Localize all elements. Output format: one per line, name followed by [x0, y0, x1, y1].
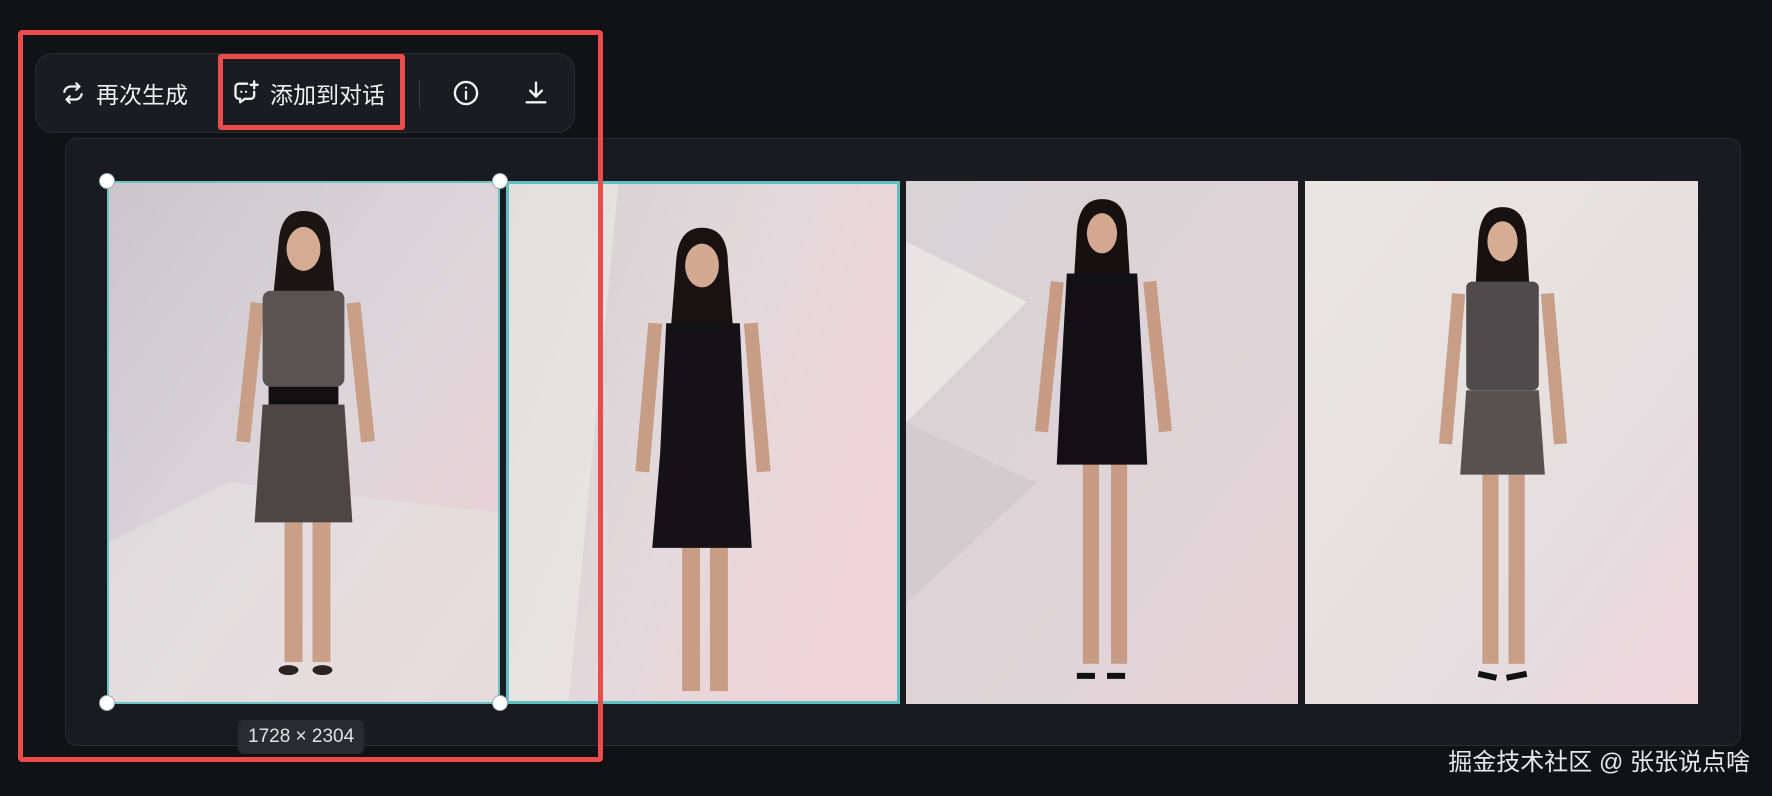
info-icon — [452, 79, 480, 107]
resize-handle-bottom-left[interactable] — [99, 695, 115, 711]
info-button[interactable] — [452, 54, 480, 132]
gallery-image-4[interactable] — [1305, 181, 1698, 704]
download-button[interactable] — [522, 54, 550, 132]
resize-handle-top-left[interactable] — [99, 173, 115, 189]
regenerate-button[interactable]: 再次生成 — [60, 54, 188, 132]
download-icon — [522, 79, 550, 107]
regenerate-icon — [60, 80, 86, 106]
gallery-image-1[interactable] — [107, 181, 500, 704]
resize-handle-bottom-right[interactable] — [492, 695, 508, 711]
chat-add-icon — [232, 79, 260, 107]
resize-handle-top-right[interactable] — [492, 173, 508, 189]
gallery-image-2[interactable] — [506, 181, 900, 704]
toolbar-divider — [419, 80, 420, 108]
add-to-chat-label: 添加到对话 — [270, 82, 385, 108]
gallery-image-3[interactable] — [906, 181, 1298, 704]
image-toolbar: 再次生成 添加到对话 — [35, 53, 575, 133]
watermark: 掘金技术社区 @ 张张说点啥 — [1448, 749, 1750, 776]
image-viewer: 再次生成 添加到对话 1728 × 2304 掘金技术社区 @ 张张说点啥 — [0, 0, 1772, 796]
add-to-chat-button[interactable]: 添加到对话 — [232, 54, 385, 132]
image-dimensions-label: 1728 × 2304 — [238, 720, 365, 754]
regenerate-label: 再次生成 — [96, 82, 188, 108]
